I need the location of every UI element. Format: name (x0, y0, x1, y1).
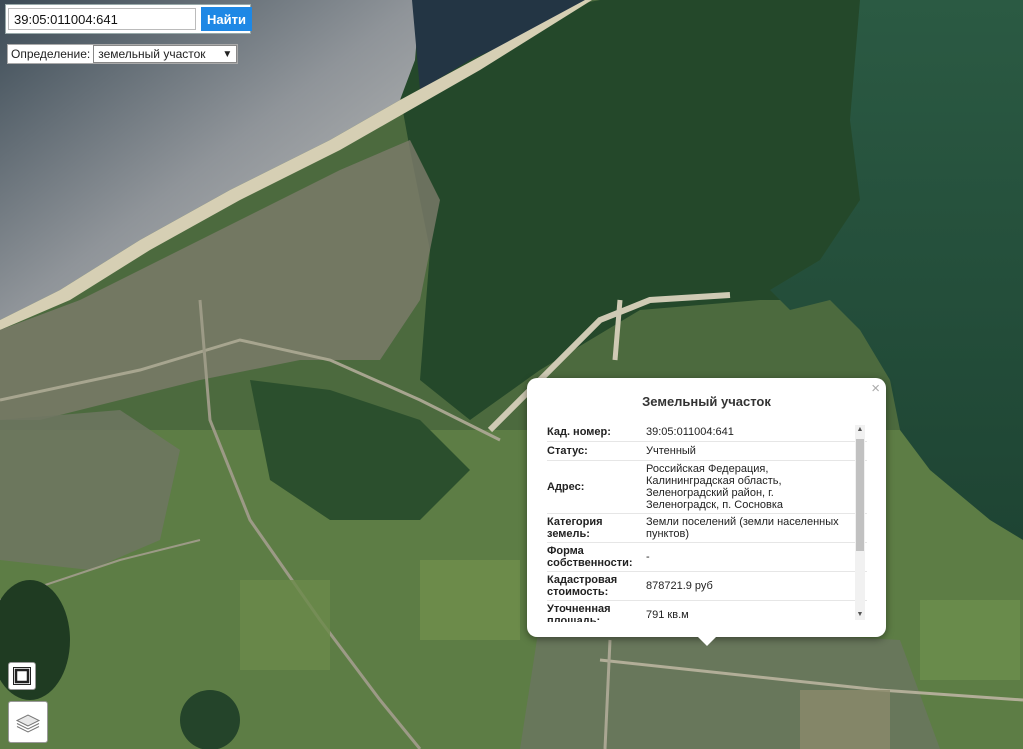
attribute-row: Форма собственности: - (547, 543, 867, 572)
layers-icon (15, 714, 41, 733)
attribute-key: Адрес: (547, 481, 585, 493)
attribute-value: 39:05:011004:641 (646, 426, 734, 438)
attribute-value: 791 кв.м (646, 609, 689, 621)
layers-button[interactable] (8, 701, 48, 743)
scroll-down-icon[interactable]: ▼ (855, 610, 865, 620)
attribute-row: Кадастровая стоимость: 878721.9 руб (547, 572, 867, 601)
attribute-key: Категория земель: (547, 516, 603, 540)
attribute-value: Российская Федерация, Калининградская об… (646, 463, 784, 511)
definition-selected-value: земельный участок (98, 47, 206, 61)
attribute-row: Кад. номер: 39:05:011004:641 (547, 423, 867, 442)
definition-control: Определение: земельный участок ▼ (7, 44, 239, 64)
cadastral-search-input[interactable] (8, 8, 196, 30)
attribute-row: Уточненная площадь: 791 кв.м (547, 601, 867, 622)
scroll-up-icon[interactable]: ▲ (855, 425, 865, 435)
attribute-key: Уточненная площадь: (547, 603, 611, 622)
search-button[interactable]: Найти (201, 7, 252, 31)
attribute-row: Адрес: Российская Федерация, Калининград… (547, 461, 867, 514)
attribute-value: Земли поселений (земли населенных пункто… (646, 516, 839, 540)
parcel-attributes: Кад. номер: 39:05:011004:641 Статус: Учт… (547, 423, 867, 622)
attribute-key: Статус: (547, 445, 588, 457)
definition-label: Определение: (11, 47, 91, 61)
parcel-info-popup: × Земельный участок Кад. номер: 39:05:01… (527, 378, 886, 646)
attribute-row: Статус: Учтенный (547, 442, 867, 461)
attribute-row: Категория земель: Земли поселений (земли… (547, 514, 867, 543)
chevron-down-icon: ▼ (222, 48, 233, 60)
frame-button[interactable] (8, 662, 36, 690)
attribute-key: Форма собственности: (547, 545, 633, 569)
popup-scrollbar[interactable]: ▲ ▼ (855, 425, 865, 620)
attribute-key: Кадастровая стоимость: (547, 574, 618, 598)
attribute-value: - (646, 551, 650, 563)
popup-pointer (697, 636, 717, 646)
scrollbar-thumb[interactable] (856, 439, 864, 551)
attribute-key: Кад. номер: (547, 426, 611, 438)
popup-title: Земельный участок (642, 394, 771, 409)
attribute-value: Учтенный (646, 445, 696, 457)
attribute-value: 878721.9 руб (646, 580, 713, 592)
search-bar: Найти (5, 4, 252, 34)
definition-select[interactable]: земельный участок ▼ (93, 45, 238, 63)
frame-icon (13, 667, 31, 685)
